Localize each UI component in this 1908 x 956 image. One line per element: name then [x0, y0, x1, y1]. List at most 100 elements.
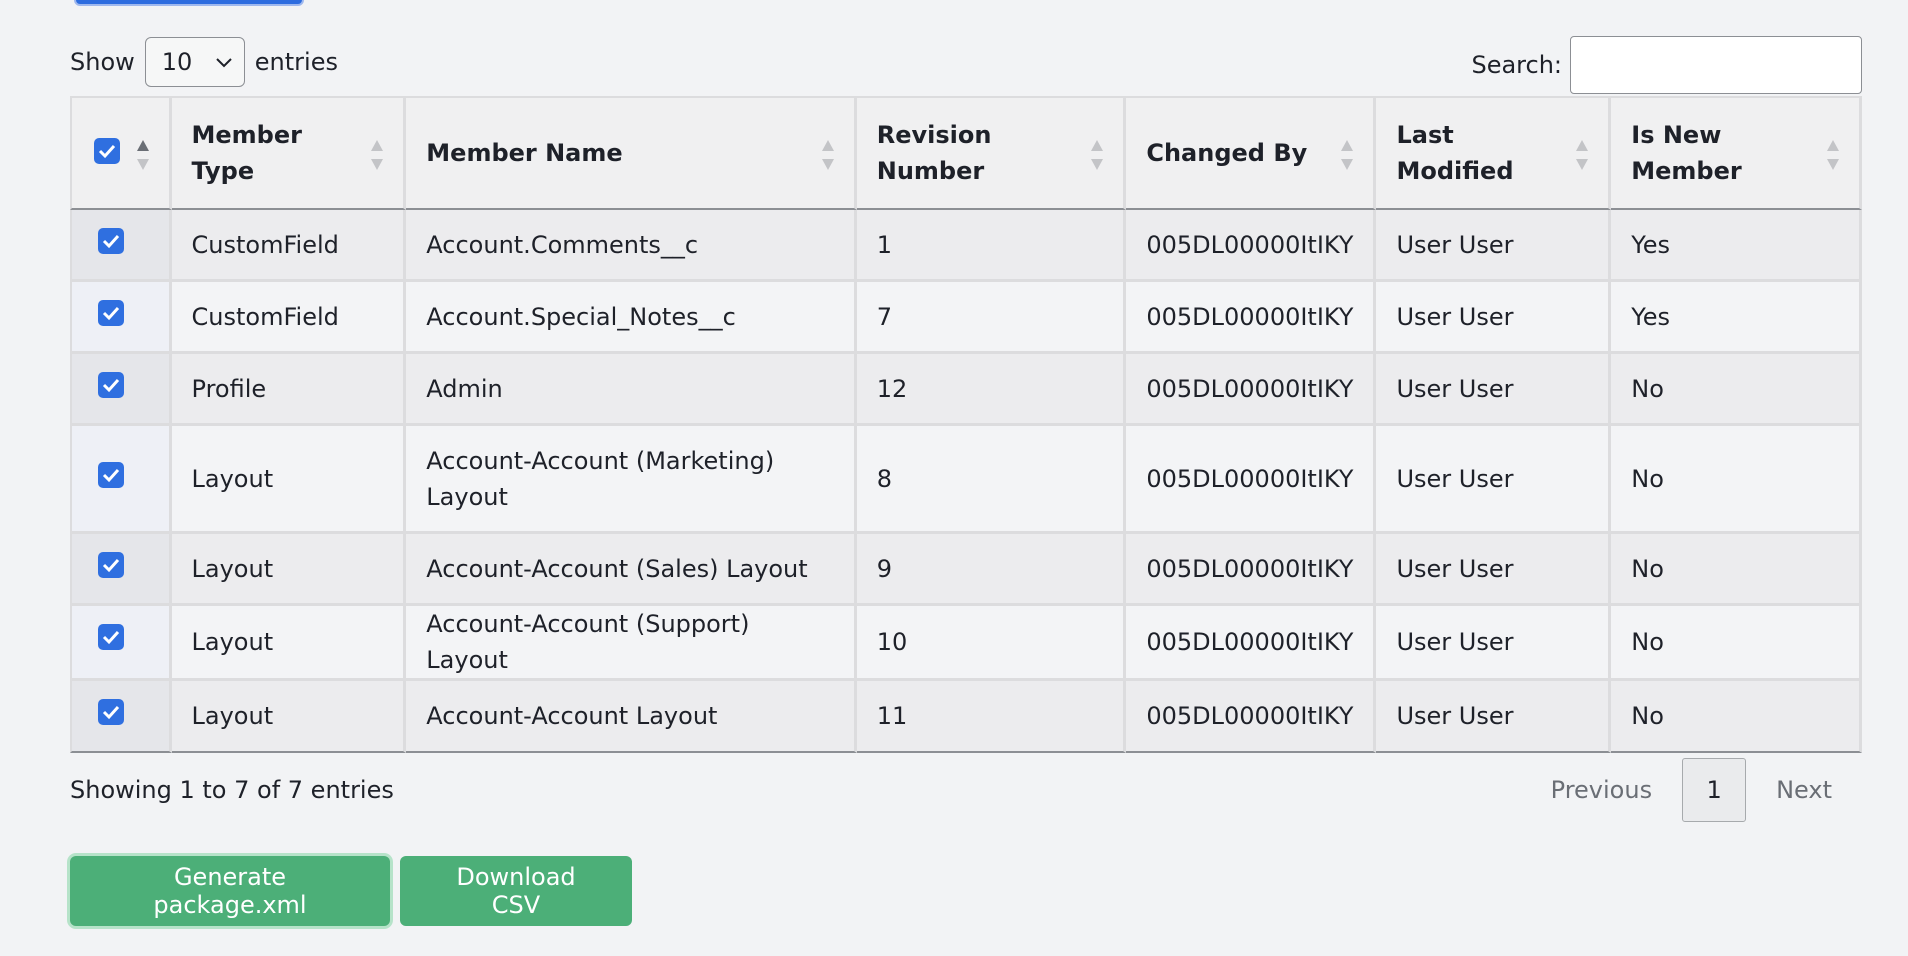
member-name-cell: Account-Account (Support) Layout [406, 606, 857, 681]
row-select-cell [70, 681, 172, 753]
table-row: CustomField Account.Comments__c 1 005DL0… [70, 210, 1862, 282]
revision-number-header-label: Revision Number [876, 121, 992, 185]
changed-by-cell: 005DL00000ItIKY [1126, 426, 1377, 534]
last-modified-header-label: Last Modified [1396, 121, 1514, 185]
select-all-checkbox[interactable] [94, 138, 120, 164]
download-csv-button[interactable]: Download CSV [400, 856, 632, 926]
member-type-header-label: Member Type [191, 121, 302, 185]
table-info: Showing 1 to 7 of 7 entries [70, 776, 394, 804]
column-header-last-modified[interactable]: Last Modified [1376, 96, 1612, 210]
row-checkbox[interactable] [98, 228, 125, 254]
check-icon [103, 378, 120, 393]
row-checkbox[interactable] [98, 300, 125, 326]
revision-number-cell: 8 [856, 426, 1127, 534]
revision-number-cell: 1 [856, 210, 1127, 282]
check-icon [103, 468, 120, 483]
last-modified-cell: User User [1376, 606, 1612, 681]
sort-icon [1827, 140, 1839, 170]
row-select-cell [70, 354, 172, 426]
row-select-cell [70, 534, 172, 606]
sort-icon [821, 140, 834, 170]
row-checkbox[interactable] [98, 552, 125, 578]
search-label: Search: [1471, 51, 1562, 79]
column-header-is-new-member[interactable]: Is New Member [1611, 96, 1862, 210]
next-page-button[interactable]: Next [1746, 776, 1862, 804]
generate-package-xml-button[interactable]: Generate package.xml [70, 856, 390, 926]
column-header-revision-number[interactable]: Revision Number [856, 96, 1127, 210]
is-new-member-cell: No [1611, 426, 1862, 534]
row-checkbox[interactable] [98, 624, 125, 650]
last-modified-cell: User User [1376, 354, 1612, 426]
sort-icon [1341, 140, 1354, 170]
member-name-cell: Account-Account (Sales) Layout [406, 534, 857, 606]
changed-by-cell: 005DL00000ItIKY [1126, 282, 1377, 354]
is-new-member-cell: No [1611, 681, 1862, 753]
member-type-cell: CustomField [171, 282, 407, 354]
select-all-header[interactable] [70, 96, 172, 210]
is-new-member-cell: Yes [1611, 210, 1862, 282]
select-all-wrap [72, 98, 169, 208]
member-type-cell: Layout [171, 681, 407, 753]
last-modified-cell: User User [1376, 210, 1612, 282]
row-select-cell [70, 282, 172, 354]
member-name-cell: Admin [406, 354, 857, 426]
sort-icon [1576, 140, 1589, 170]
changed-by-header-label: Changed By [1146, 139, 1308, 167]
table-row: CustomField Account.Special_Notes__c 7 0… [70, 282, 1862, 354]
last-modified-cell: User User [1376, 534, 1612, 606]
column-header-member-name[interactable]: Member Name [406, 96, 857, 210]
show-label: Show [70, 48, 135, 76]
changed-by-cell: 005DL00000ItIKY [1126, 606, 1377, 681]
last-modified-cell: User User [1376, 681, 1612, 753]
check-icon [103, 558, 120, 573]
table-controls: Show 10 entries Search: [70, 36, 1862, 96]
row-select-cell [70, 210, 172, 282]
revision-number-cell: 10 [856, 606, 1127, 681]
changed-by-cell: 005DL00000ItIKY [1126, 681, 1377, 753]
last-modified-cell: User User [1376, 282, 1612, 354]
row-select-cell [70, 606, 172, 681]
top-button-edge[interactable] [74, 0, 304, 6]
pagination: Previous 1 Next [1521, 758, 1862, 822]
member-name-header-label: Member Name [426, 139, 623, 167]
revision-number-cell: 12 [856, 354, 1127, 426]
last-modified-cell: User User [1376, 426, 1612, 534]
search-input[interactable] [1570, 36, 1862, 94]
table-row: Layout Account-Account (Support) Layout … [70, 606, 1862, 681]
sort-asc-icon [136, 140, 149, 170]
row-select-cell [70, 426, 172, 534]
length-control: Show 10 entries [70, 36, 338, 88]
is-new-member-cell: No [1611, 606, 1862, 681]
chevron-down-icon [216, 58, 232, 68]
member-type-cell: Layout [171, 606, 407, 681]
member-type-cell: Profile [171, 354, 407, 426]
row-checkbox[interactable] [98, 372, 125, 398]
revision-number-cell: 11 [856, 681, 1127, 753]
sort-icon [1091, 140, 1104, 170]
row-checkbox[interactable] [98, 462, 125, 488]
changed-by-cell: 005DL00000ItIKY [1126, 210, 1377, 282]
revision-number-cell: 9 [856, 534, 1127, 606]
member-type-cell: CustomField [171, 210, 407, 282]
changed-by-cell: 005DL00000ItIKY [1126, 354, 1377, 426]
entries-per-page-select[interactable]: 10 [144, 37, 245, 87]
row-checkbox[interactable] [98, 699, 125, 725]
sort-icon [371, 140, 384, 170]
changed-by-cell: 005DL00000ItIKY [1126, 534, 1377, 606]
check-icon [103, 234, 120, 249]
previous-page-button[interactable]: Previous [1521, 776, 1682, 804]
is-new-member-cell: Yes [1611, 282, 1862, 354]
member-type-cell: Layout [171, 426, 407, 534]
check-icon [103, 630, 120, 645]
table-header-row: Member Type Member Name Revision Number … [70, 96, 1862, 210]
member-name-cell: Account-Account Layout [406, 681, 857, 753]
column-header-member-type[interactable]: Member Type [171, 96, 407, 210]
entries-label: entries [254, 48, 338, 76]
current-page-button[interactable]: 1 [1682, 758, 1747, 822]
is-new-member-header-label: Is New Member [1631, 121, 1742, 185]
column-header-changed-by[interactable]: Changed By [1126, 96, 1377, 210]
table-row: Layout Account-Account (Marketing) Layou… [70, 426, 1862, 534]
is-new-member-cell: No [1611, 534, 1862, 606]
member-name-cell: Account-Account (Marketing) Layout [406, 426, 857, 534]
table-row: Profile Admin 12 005DL00000ItIKY User Us… [70, 354, 1862, 426]
